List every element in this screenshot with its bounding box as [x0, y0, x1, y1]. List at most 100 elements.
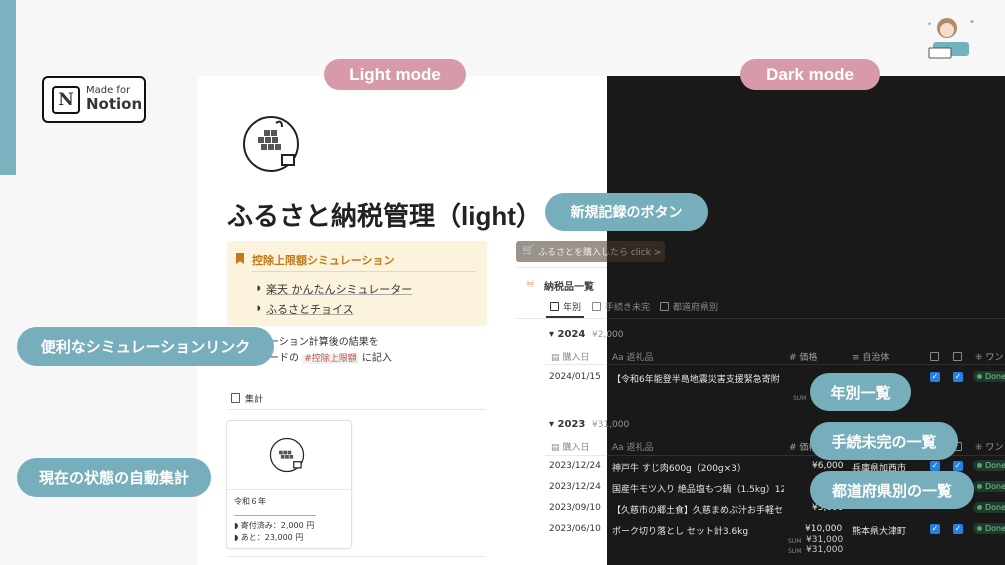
body-text-post: に記入	[361, 353, 392, 364]
label-by-prefecture: 都道府県別の一覧	[810, 471, 974, 509]
callout-title: 控除上限額シミュレーション	[252, 254, 395, 267]
svg-text:✦: ✦	[969, 18, 975, 26]
row-date: 2023/06/10	[549, 524, 601, 534]
label-by-year: 年別一覧	[810, 373, 911, 411]
card-divider	[227, 489, 351, 490]
checkbox-checked[interactable]: ✓	[930, 461, 940, 471]
col-label: ワン	[985, 353, 1004, 363]
col-item: Aa 返礼品	[612, 353, 654, 363]
col-date: ▤ 購入日	[551, 443, 590, 453]
row-date: 2023/12/24	[549, 461, 601, 471]
tabs-divider-light	[516, 318, 607, 319]
made-for-notion-badge: N Made for Notion	[42, 76, 146, 123]
body-text-pre: ードの	[269, 353, 299, 364]
col-status: ⁜ ワン	[975, 443, 1004, 453]
row-date: 2023/09/10	[549, 503, 601, 513]
sum-label: SUM	[788, 538, 802, 545]
checkbox-checked[interactable]: ✓	[930, 372, 940, 382]
status-done-badge: Done	[973, 502, 1005, 513]
col-item: Aa 返礼品	[612, 443, 654, 453]
col-label: 購入日	[562, 353, 590, 363]
col-label: ワン	[985, 443, 1004, 453]
inline-code: #控除上限額	[302, 354, 359, 364]
row-date: 2023/12/24	[549, 482, 601, 492]
col-municipality: ≡ 自治体	[852, 353, 890, 363]
card-donated: ◗ 寄付済み：2,000 円	[234, 521, 315, 530]
row-item[interactable]: 【令和6年能登半島地震災害支援緊急寄附	[612, 372, 784, 385]
tabs-divider-dark	[607, 318, 1005, 319]
card-progress-bar	[234, 515, 316, 516]
row-item[interactable]: 国産牛モツ入り 絶品塩もつ鍋（1.5kg）12	[612, 482, 784, 495]
body-text-line1: ーション計算後の結果を	[269, 337, 379, 348]
furusato-page-icon	[243, 116, 299, 172]
db-icon: ♾	[526, 279, 535, 290]
card-title: 令和６年	[234, 497, 266, 506]
avatar-illustration: ✦ ✦	[927, 18, 975, 59]
aggregate-divider	[227, 409, 486, 410]
tab-label: 都道府県別	[673, 303, 719, 313]
furusato-card-icon	[269, 437, 305, 473]
checkbox-checked[interactable]: ✓	[953, 372, 963, 382]
row-line	[545, 455, 607, 456]
checkbox-checked[interactable]: ✓	[930, 524, 940, 534]
sum-label: SUM	[788, 548, 802, 555]
row-item[interactable]: 【久慈市の郷土食】久慈まめぶ汁お手軽セ	[612, 503, 784, 516]
furusato-choice-link[interactable]: ふるさとチョイス	[266, 301, 354, 317]
rakuten-sim-link[interactable]: 楽天 かんたんシミュレーター	[266, 281, 412, 297]
group-year: 2023	[557, 419, 586, 430]
sum-label: SUM	[793, 395, 807, 402]
doc-icon	[592, 302, 601, 311]
teal-accent-bar	[0, 0, 16, 175]
row-line	[607, 364, 1005, 365]
calculator-icon	[231, 393, 240, 403]
calendar-icon	[550, 302, 559, 311]
bottom-divider	[227, 556, 486, 557]
aggregate-header: 集計	[245, 395, 264, 405]
tab-incomplete[interactable]: 手続き未完	[592, 300, 650, 313]
new-record-button[interactable]: 🛒 ふるさとを購入したら click >	[516, 241, 665, 262]
checkbox-checked[interactable]: ✓	[953, 461, 963, 471]
group-2024-sum: ¥2,000	[592, 330, 624, 340]
row-item[interactable]: 神戸牛 すじ肉600g（200g×3）	[612, 461, 784, 474]
sum-value: ¥31,000	[806, 545, 844, 555]
status-done-badge: Done	[973, 523, 1005, 534]
status-done-badge: Done	[973, 460, 1005, 471]
callout-divider	[252, 271, 476, 272]
bullet-icon: ◗	[257, 304, 261, 312]
checkbox-col-icon	[930, 352, 939, 361]
col-label: 購入日	[562, 443, 590, 453]
tab-by-year[interactable]: 年別	[550, 300, 581, 313]
tab-label: 年別	[563, 303, 582, 313]
card-remaining: ◗ あと：23,000 円	[234, 533, 304, 542]
label-sim-link: 便利なシミュレーションリンク	[17, 327, 274, 366]
col-status: ⁜ ワン	[975, 353, 1004, 363]
light-mode-label: Light mode	[324, 59, 466, 90]
group-2024-header[interactable]: ▾ 2024	[549, 329, 585, 340]
sum-value: ¥31,000	[806, 535, 844, 545]
row-price: ¥10,000	[805, 524, 843, 534]
tab-by-prefecture[interactable]: 都道府県別	[660, 300, 718, 313]
group-2023-sum: ¥31,000	[592, 420, 630, 430]
checkbox-checked[interactable]: ✓	[953, 524, 963, 534]
col-price: # 価格	[789, 353, 818, 363]
page-title: ふるさと納税管理（light）	[227, 201, 542, 231]
row-date: 2024/01/15	[549, 372, 601, 382]
status-done-badge: Done	[973, 371, 1005, 382]
svg-text:✦: ✦	[927, 21, 932, 28]
body-text-line2: ードの #控除上限額 に記入	[269, 349, 392, 364]
col-label: 自治体	[862, 353, 890, 363]
bullet-icon: ◗	[257, 284, 261, 292]
checkbox-col-icon	[953, 352, 962, 361]
chart-icon	[660, 302, 669, 311]
database-title: 納税品一覧	[544, 282, 594, 293]
tab-label: 手続き未完	[605, 303, 651, 313]
row-line	[545, 364, 607, 365]
col-date: ▤ 購入日	[551, 353, 590, 363]
row-municipality: 熊本県大津町	[852, 527, 907, 537]
row-item[interactable]: ポーク切り落とし セット計3.6kg	[612, 524, 784, 537]
label-auto-aggregate: 現在の状態の自動集計	[17, 458, 211, 497]
notion-logo-icon: N	[52, 85, 80, 114]
badge-line2: Notion	[86, 94, 143, 113]
group-2023-header[interactable]: ▾ 2023	[549, 419, 585, 430]
dark-mode-label: Dark mode	[740, 59, 880, 90]
